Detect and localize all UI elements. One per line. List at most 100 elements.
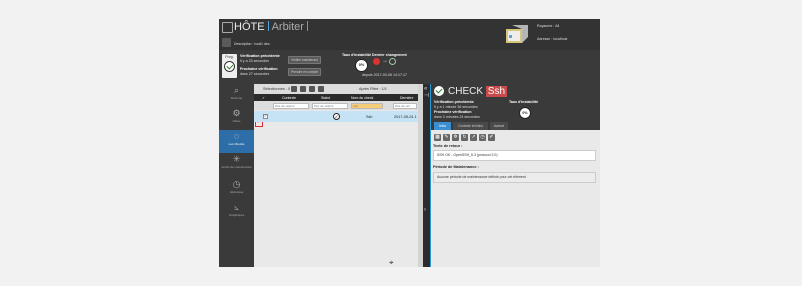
return-text-label: Texte de retour : <box>433 144 463 148</box>
tab-infos[interactable]: Infos <box>434 122 451 130</box>
sidebar-item-label: Arrêts de maintenance <box>221 165 252 169</box>
checks-icon: ◌ <box>233 131 240 141</box>
status-critical-icon <box>373 58 380 65</box>
tools-icon[interactable] <box>309 86 315 92</box>
tools-icon[interactable]: ✲ <box>452 134 459 141</box>
status-filter-select[interactable]: Pas de sélecti <box>312 102 348 109</box>
sidebar-item-maintenance[interactable]: ✳ Arrêts de maintenance <box>219 153 254 176</box>
title-label: HÔTE <box>234 21 265 33</box>
selected-count: Sélectionnés : 0 <box>263 87 291 91</box>
graph-icon: ⦣ <box>233 202 240 212</box>
tab-advanced[interactable]: Avancé <box>490 122 508 130</box>
next-check-label: Prochaine vérification <box>434 110 472 114</box>
sidebar-item-hosts[interactable]: ⚙ Hôtes <box>219 107 254 130</box>
search-icon: ⌕ <box>233 85 240 95</box>
host-name: Arbiter <box>271 21 304 33</box>
edit-icon[interactable] <box>300 86 306 92</box>
sidebar-item-label: Résumé <box>230 96 243 100</box>
sidebar-item-graphs[interactable]: ⦣ Graphiques <box>219 201 254 224</box>
last-change-label: Dernier changement <box>372 53 407 57</box>
sidebar-item-label: Historique <box>229 190 244 194</box>
edit-icon[interactable]: ✎ <box>443 134 450 141</box>
history-icon[interactable]: ◷ <box>479 134 486 141</box>
prog-label: Prog. <box>225 55 234 59</box>
prev-check-value: Il y a 1 minute 36 secondes <box>434 105 478 109</box>
prev-check-label: Vérification précédente <box>240 54 280 58</box>
maintenance-icon: ✳ <box>232 154 241 164</box>
status-ok-icon: ✓ <box>333 113 340 120</box>
table-row[interactable]: ✓ Ssh 2017-05-24 1 <box>254 111 423 122</box>
status-ok-outline-icon <box>389 58 396 65</box>
name-filter-input[interactable]: ssh <box>351 102 383 109</box>
prev-check-value: Il y a 33 secondes <box>240 59 269 63</box>
table-toolbar: Sélectionnés : 0 Après Filtre : 1/1 <box>254 84 423 94</box>
sidebar-item-resume[interactable]: ⌕ Résumé <box>219 84 254 107</box>
maintenance-label: Période de Maintenance : <box>433 165 479 169</box>
arrow-right-icon: → <box>382 58 388 64</box>
maintenance-value: Aucune période de maintenance définie po… <box>433 172 596 183</box>
column-header[interactable]: Dernière <box>400 96 413 100</box>
host-description: Description : host1 des <box>234 42 270 46</box>
filter-count: Après Filtre : 1/1 <box>359 87 387 91</box>
detail-tabs: Infos Contexte et histoi Avancé <box>431 122 600 130</box>
panel-divider[interactable]: « ⊣ › <box>423 84 430 267</box>
host-header: HÔTE Arbiter Description : host1 des Roya… <box>219 19 600 50</box>
realm-label: Royaume : All <box>537 24 560 28</box>
sidebar-item-label: Hôtes <box>232 119 241 123</box>
table-header: ✓ Contexte Statut Nom du check Dernière <box>254 94 423 101</box>
grid-icon[interactable]: ▦ <box>434 134 441 141</box>
detail-header: CHECK Ssh <box>431 84 600 98</box>
refresh-icon[interactable] <box>318 86 324 92</box>
host-logo-icon <box>506 25 528 43</box>
page-title: HÔTE Arbiter <box>234 21 311 33</box>
detail-summary: Vérification précédente Il y a 1 minute … <box>431 98 600 122</box>
expand-icon[interactable] <box>222 38 231 47</box>
select-all-checkbox[interactable]: ✓ <box>262 96 265 100</box>
instability-value: 0% <box>519 107 531 119</box>
row-last-check: 2017-05-24 1 <box>394 114 417 119</box>
sidebar-item-label: Graphiques <box>228 213 245 217</box>
check-detail-panel: CHECK Ssh Vérification précédente Il y a… <box>430 84 600 267</box>
row-checkbox[interactable] <box>263 113 268 119</box>
table-filter-row: ✓ Pas de sélecti Pas de sélecti ssh Pas … <box>254 101 423 127</box>
instability-label: Taux d'instabilité <box>509 100 538 104</box>
host-type-icon <box>222 22 233 33</box>
hosts-icon: ⚙ <box>232 108 241 118</box>
detail-title-label: CHECK <box>448 86 484 97</box>
instability-label: Taux d'instabilité <box>342 53 371 57</box>
graph-icon[interactable]: ↗ <box>470 134 477 141</box>
next-check-label: Prochaine vérification <box>240 67 278 71</box>
mouse-cursor-icon: ⌖ <box>389 258 394 267</box>
sidebar-item-checks[interactable]: ◌ Les Checks <box>219 130 254 153</box>
app-window: HÔTE Arbiter Description : host1 des Roya… <box>219 19 600 267</box>
grid-icon[interactable] <box>291 86 297 92</box>
status-ok-icon <box>224 61 235 72</box>
last-change-date: depuis 2017-03-06 14:17:17 <box>362 73 407 77</box>
expand-detail-icon[interactable]: › <box>424 207 426 213</box>
column-header[interactable]: Statut <box>321 96 330 100</box>
column-header[interactable]: Contexte <box>282 96 296 100</box>
context-filter-select[interactable]: Pas de sélecti <box>273 102 309 109</box>
sidebar-item-label: Les Checks <box>228 142 245 146</box>
resize-icon[interactable]: ⊣ <box>424 92 429 99</box>
next-check-value: dans 27 secondes <box>240 72 270 76</box>
next-check-value: dans 3 minutes 24 secondes <box>434 115 480 119</box>
prev-check-label: Vérification précédente <box>434 100 474 104</box>
check-summary-bar: Prog. Vérification précédente Il y a 33 … <box>219 50 600 84</box>
history-icon: ◷ <box>232 179 241 189</box>
tab-context-history[interactable]: Contexte et histoi <box>453 122 488 130</box>
acknowledge-button[interactable]: Prendre en compte <box>288 68 322 76</box>
last-filter-select[interactable]: Pas de sél <box>393 102 417 109</box>
sidebar: ⌕ Résumé ⚙ Hôtes ◌ Les Checks ✳ Arrêts d… <box>219 84 254 267</box>
checks-table-panel: Sélectionnés : 0 Après Filtre : 1/1 ✓ Co… <box>254 84 423 267</box>
verify-now-button[interactable]: Vérifier maintenant <box>288 56 321 64</box>
status-ok-icon <box>434 86 444 96</box>
refresh-icon[interactable]: ↻ <box>461 134 468 141</box>
pin-icon[interactable]: ✐ <box>488 134 495 141</box>
sidebar-item-history[interactable]: ◷ Historique <box>219 178 254 201</box>
detail-title: CHECK Ssh <box>448 86 508 97</box>
instability-value: 0% <box>355 59 368 72</box>
row-check-name: Ssh <box>366 114 373 119</box>
column-header[interactable]: Nom du check <box>351 96 373 100</box>
service-badge: Ssh <box>485 86 508 97</box>
